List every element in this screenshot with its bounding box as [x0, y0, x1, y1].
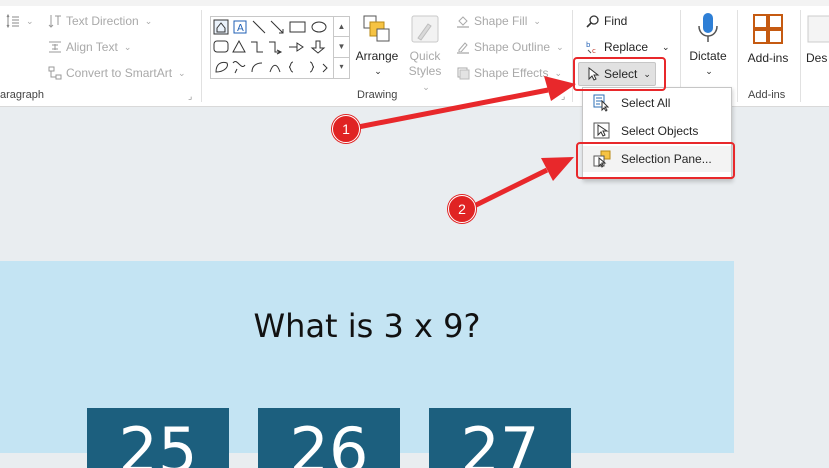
arrow-2-shaft [470, 167, 549, 210]
callout-badge-1: 1 [332, 115, 360, 143]
arrow-1-shaft [352, 87, 549, 131]
annotation-arrows [352, 76, 576, 210]
callout-badge-2: 2 [448, 195, 476, 223]
arrow-1-head [544, 76, 576, 101]
